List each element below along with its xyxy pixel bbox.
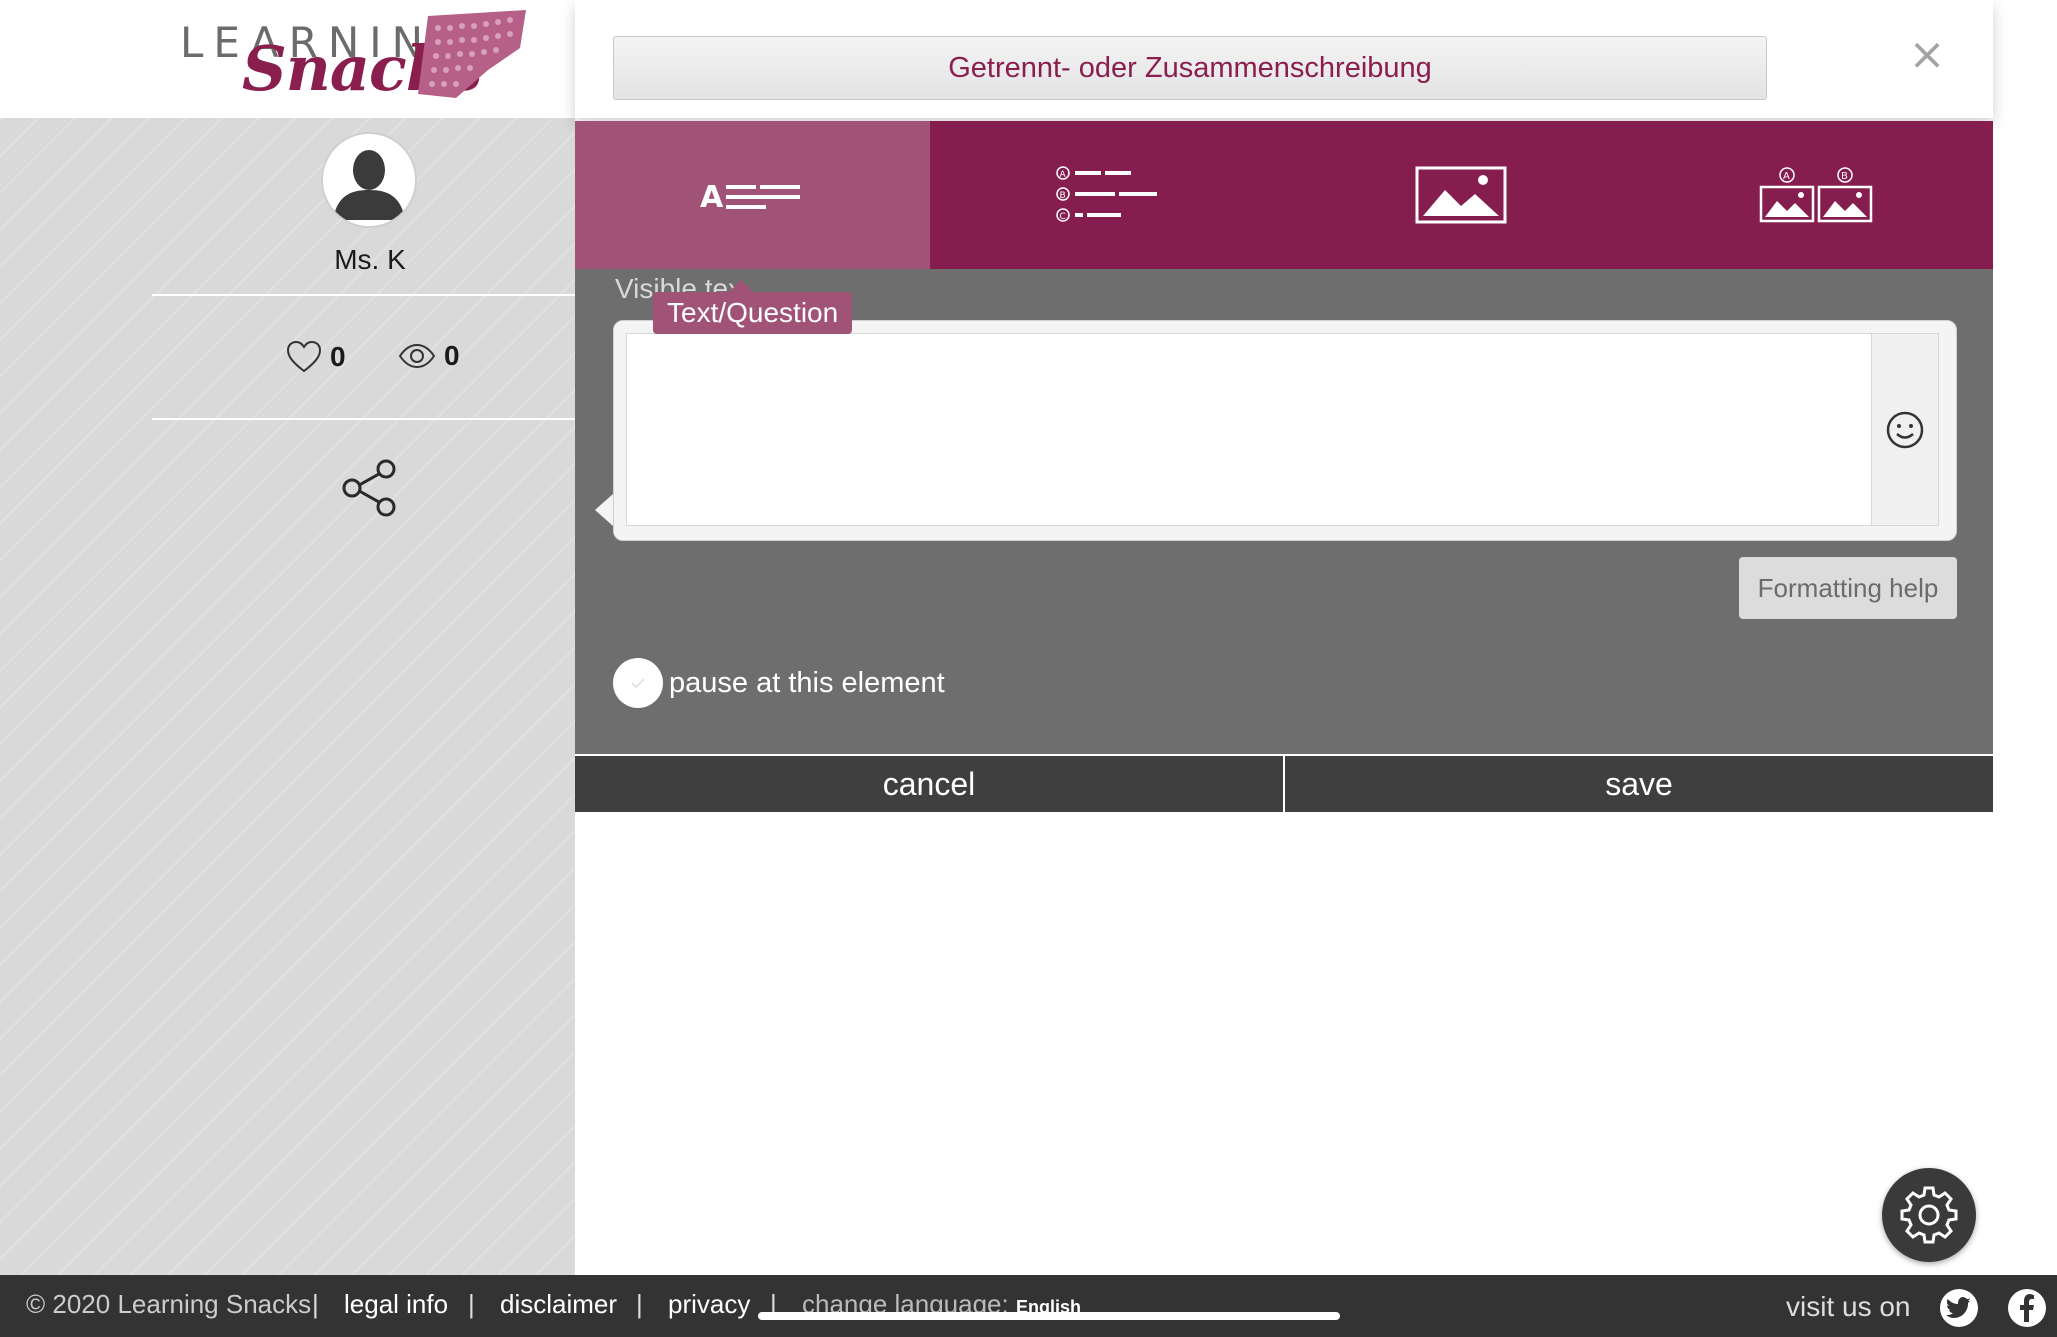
copyright: © 2020 Learning Snacks: [26, 1289, 312, 1319]
save-button[interactable]: save: [1283, 754, 1993, 812]
svg-text:A: A: [1059, 170, 1066, 180]
separator: |: [468, 1289, 475, 1319]
smiley-icon: [1886, 411, 1924, 448]
element-editor: Visible tex Text/Question Formatting hel…: [575, 269, 1993, 754]
twitter-icon: [1946, 1297, 1971, 1318]
logo-dots-icon: [418, 10, 526, 98]
speech-bubble-arrow: [595, 494, 613, 526]
tab-image[interactable]: [1284, 121, 1639, 269]
svg-text:A: A: [1783, 171, 1790, 182]
visit-us-label: visit us on: [1786, 1291, 1911, 1322]
snack-title[interactable]: Getrennt- oder Zusammenschreibung: [613, 36, 1767, 100]
svg-text:B: B: [1841, 171, 1848, 182]
sidebar: [0, 118, 575, 1275]
svg-text:A: A: [700, 180, 724, 215]
facebook-icon: [2020, 1294, 2034, 1322]
question-text-input[interactable]: [626, 333, 1871, 526]
text-lines-icon: A: [700, 180, 801, 215]
horizontal-scrollbar[interactable]: [758, 1312, 1340, 1320]
abc-list-icon: A B C: [1056, 166, 1157, 222]
tooltip-text-question: Text/Question: [653, 280, 853, 334]
facebook-link[interactable]: [2008, 1289, 2046, 1327]
action-buttons: cancel save: [575, 754, 1993, 812]
pause-label: pause at this element: [669, 666, 945, 699]
likes-stat[interactable]: 0: [286, 340, 346, 374]
eye-icon: [398, 343, 436, 369]
settings-button[interactable]: [1882, 1168, 1976, 1262]
heart-icon: [286, 340, 322, 373]
twitter-link[interactable]: [1940, 1289, 1978, 1327]
divider: [152, 294, 575, 296]
cancel-button[interactable]: cancel: [575, 754, 1283, 812]
tab-text-question[interactable]: A: [575, 121, 930, 269]
footer: © 2020 Learning Snacks | legal info | di…: [0, 1275, 2057, 1337]
profile-name: Ms. K: [334, 244, 406, 275]
separator: |: [636, 1289, 643, 1319]
views-count: 0: [444, 340, 460, 371]
pause-toggle-row[interactable]: pause at this element: [613, 658, 945, 708]
views-stat: 0: [398, 340, 460, 372]
user-icon: [323, 134, 415, 226]
share-icon[interactable]: [340, 458, 400, 518]
privacy-link[interactable]: privacy: [668, 1289, 750, 1320]
svg-text:C: C: [1059, 212, 1065, 222]
legal-info-link[interactable]: legal info: [344, 1289, 448, 1320]
avatar[interactable]: [323, 134, 415, 226]
tab-multiple-choice[interactable]: A B C: [930, 121, 1285, 269]
svg-text:B: B: [1059, 191, 1065, 201]
gear-icon: [1900, 1186, 1958, 1244]
likes-count: 0: [330, 341, 346, 372]
divider: [152, 418, 575, 420]
two-images-icon: A B: [1759, 167, 1872, 223]
emoji-button[interactable]: [1871, 333, 1939, 526]
formatting-help-button[interactable]: Formatting help: [1739, 557, 1957, 619]
tab-image-choice[interactable]: A B: [1639, 121, 1994, 269]
text-frame: [613, 320, 1957, 541]
close-icon[interactable]: ×: [1902, 30, 1952, 80]
element-type-tabs: A A B C A B: [575, 121, 1993, 269]
learning-snacks-logo[interactable]: LEARNING Snacks: [180, 8, 530, 105]
separator: |: [312, 1289, 319, 1319]
disclaimer-link[interactable]: disclaimer: [500, 1289, 617, 1320]
pause-checkbox[interactable]: [613, 658, 663, 708]
image-icon: [1415, 166, 1507, 224]
check-icon: [631, 678, 645, 689]
header: Getrennt- oder Zusammenschreibung ×: [575, 0, 1993, 118]
